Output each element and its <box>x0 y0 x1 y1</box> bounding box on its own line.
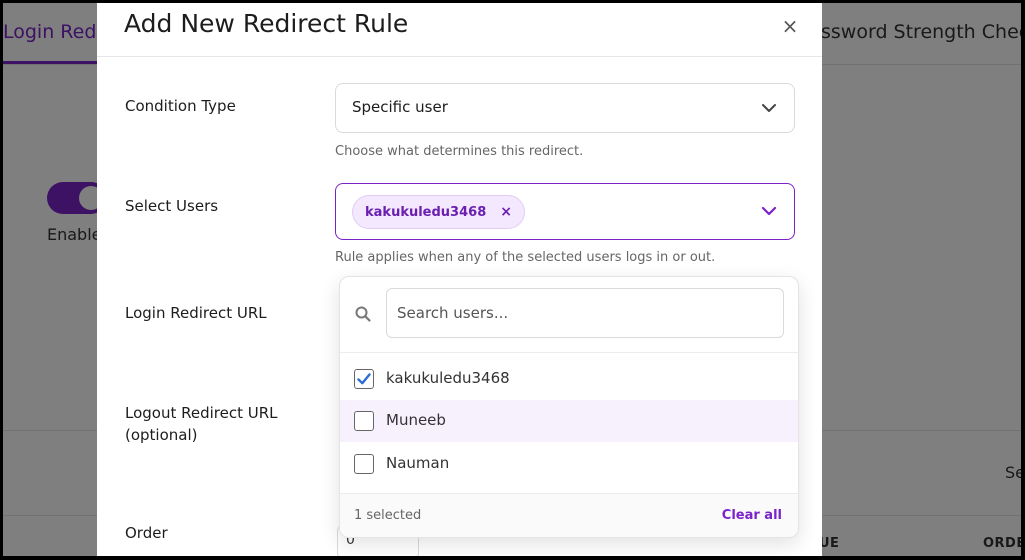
checkbox[interactable] <box>354 454 374 474</box>
remove-chip-icon[interactable]: × <box>500 204 512 220</box>
condition-type-label: Condition Type <box>125 97 236 115</box>
order-label: Order <box>125 524 168 542</box>
chevron-down-icon <box>762 104 776 112</box>
clear-all-button[interactable]: Clear all <box>722 508 782 523</box>
user-chip: kakukuledu3468 × <box>352 195 525 229</box>
users-dropdown: kakukuledu3468 Muneeb Nauman 1 selected … <box>339 276 799 538</box>
user-option[interactable]: Muneeb <box>340 400 798 442</box>
user-option-label: Muneeb <box>386 411 446 429</box>
close-icon[interactable]: × <box>777 13 803 39</box>
condition-type-select[interactable]: Specific user <box>335 83 795 133</box>
modal-title: Add New Redirect Rule <box>124 9 409 38</box>
condition-type-helper: Choose what determines this redirect. <box>335 144 584 159</box>
modal-header: Add New Redirect Rule × <box>97 3 822 57</box>
checkbox-checked[interactable] <box>354 369 374 389</box>
search-users-input[interactable] <box>386 288 784 338</box>
login-redirect-label: Login Redirect URL <box>125 304 267 322</box>
condition-type-value: Specific user <box>352 98 448 116</box>
app-frame: Login Redire ssword Strength Check Enabl… <box>3 3 1021 556</box>
select-users-helper: Rule applies when any of the selected us… <box>335 250 716 265</box>
user-option-label: Nauman <box>386 454 450 472</box>
user-option-label: kakukuledu3468 <box>386 369 510 387</box>
user-chip-label: kakukuledu3468 <box>365 204 487 220</box>
checkbox[interactable] <box>354 411 374 431</box>
dropdown-search-row <box>340 277 798 353</box>
dropdown-footer: 1 selected Clear all <box>340 493 798 537</box>
select-users-label: Select Users <box>125 197 219 215</box>
user-option[interactable]: kakukuledu3468 <box>340 358 798 400</box>
user-option[interactable]: Nauman <box>340 443 798 485</box>
selected-count: 1 selected <box>354 508 422 523</box>
logout-redirect-label: Logout Redirect URL (optional) <box>125 404 278 444</box>
chevron-down-icon <box>761 206 777 216</box>
search-icon <box>355 306 371 322</box>
select-users-multiselect[interactable]: kakukuledu3468 × <box>335 183 795 240</box>
check-icon <box>357 373 371 385</box>
